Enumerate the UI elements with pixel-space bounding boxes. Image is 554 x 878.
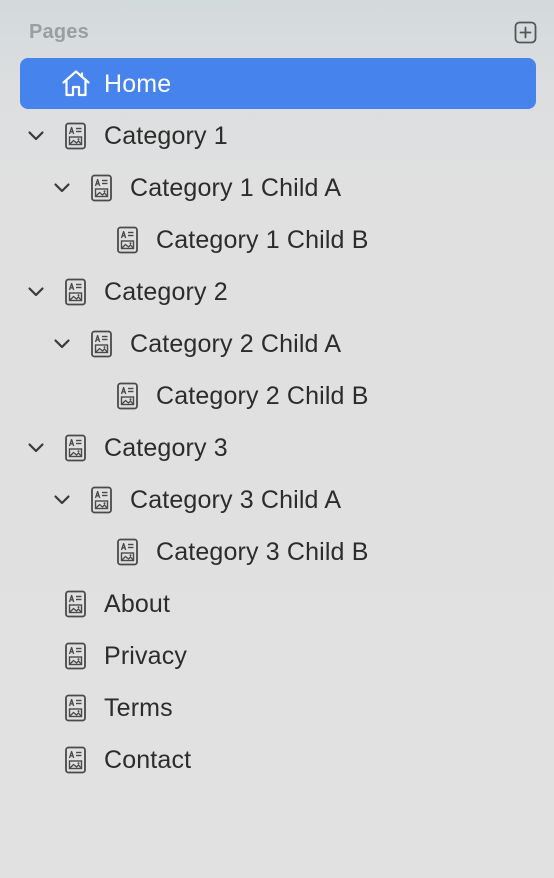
add-page-button[interactable] [514,21,537,44]
sidebar-header: Pages [0,0,554,58]
tree-item-privacy[interactable]: Privacy [0,630,554,682]
tree-item-label: Home [104,70,172,98]
page-icon [65,122,86,150]
page-icon [65,746,86,774]
tree-item-label: Category 2 Child A [130,330,342,358]
tree-item-label: Terms [104,694,173,722]
tree-item-contact[interactable]: Contact [0,734,554,786]
page-icon [65,694,86,722]
chevron-down-icon[interactable] [52,334,72,354]
tree-item-label: Privacy [104,642,188,670]
page-icon [65,642,86,670]
tree-item-about[interactable]: About [0,578,554,630]
chevron-down-icon[interactable] [26,438,46,458]
page-icon [65,278,86,306]
page-icon [91,330,112,358]
chevron-down-icon[interactable] [26,126,46,146]
tree-item-category-1-child-b[interactable]: Category 1 Child B [0,214,554,266]
tree-item-label: Category 3 Child A [130,486,342,514]
tree-item-category-1[interactable]: Category 1 [0,110,554,162]
page-icon [91,486,112,514]
page-tree: Home Category 1 Category 1 Child A Category… [0,58,554,786]
tree-item-category-3-child-b[interactable]: Category 3 Child B [0,526,554,578]
page-icon [91,174,112,202]
tree-item-label: Category 3 Child B [156,538,369,566]
page-icon [117,538,138,566]
chevron-down-icon[interactable] [52,490,72,510]
page-icon [65,434,86,462]
tree-item-terms[interactable]: Terms [0,682,554,734]
page-icon [65,590,86,618]
chevron-down-icon[interactable] [52,178,72,198]
pages-sidebar: Pages Home Category 1 Category 1 Child A Ca… [0,0,554,878]
tree-item-label: About [104,590,171,618]
tree-item-label: Category 3 [104,434,228,462]
tree-item-category-3-child-a[interactable]: Category 3 Child A [0,474,554,526]
chevron-down-icon[interactable] [26,282,46,302]
tree-item-label: Category 1 Child B [156,226,369,254]
tree-item-category-3[interactable]: Category 3 [0,422,554,474]
tree-item-category-2[interactable]: Category 2 [0,266,554,318]
tree-item-label: Contact [104,746,192,774]
tree-item-label: Category 1 [104,122,228,150]
page-icon [117,382,138,410]
selection-highlight [20,58,536,109]
tree-item-label: Category 1 Child A [130,174,342,202]
house-icon [62,70,90,97]
page-icon [117,226,138,254]
tree-item-label: Category 2 [104,278,228,306]
tree-item-label: Category 2 Child B [156,382,369,410]
tree-item-home[interactable]: Home [0,58,554,110]
tree-item-category-2-child-a[interactable]: Category 2 Child A [0,318,554,370]
tree-item-category-2-child-b[interactable]: Category 2 Child B [0,370,554,422]
sidebar-title: Pages [29,21,89,43]
tree-item-category-1-child-a[interactable]: Category 1 Child A [0,162,554,214]
